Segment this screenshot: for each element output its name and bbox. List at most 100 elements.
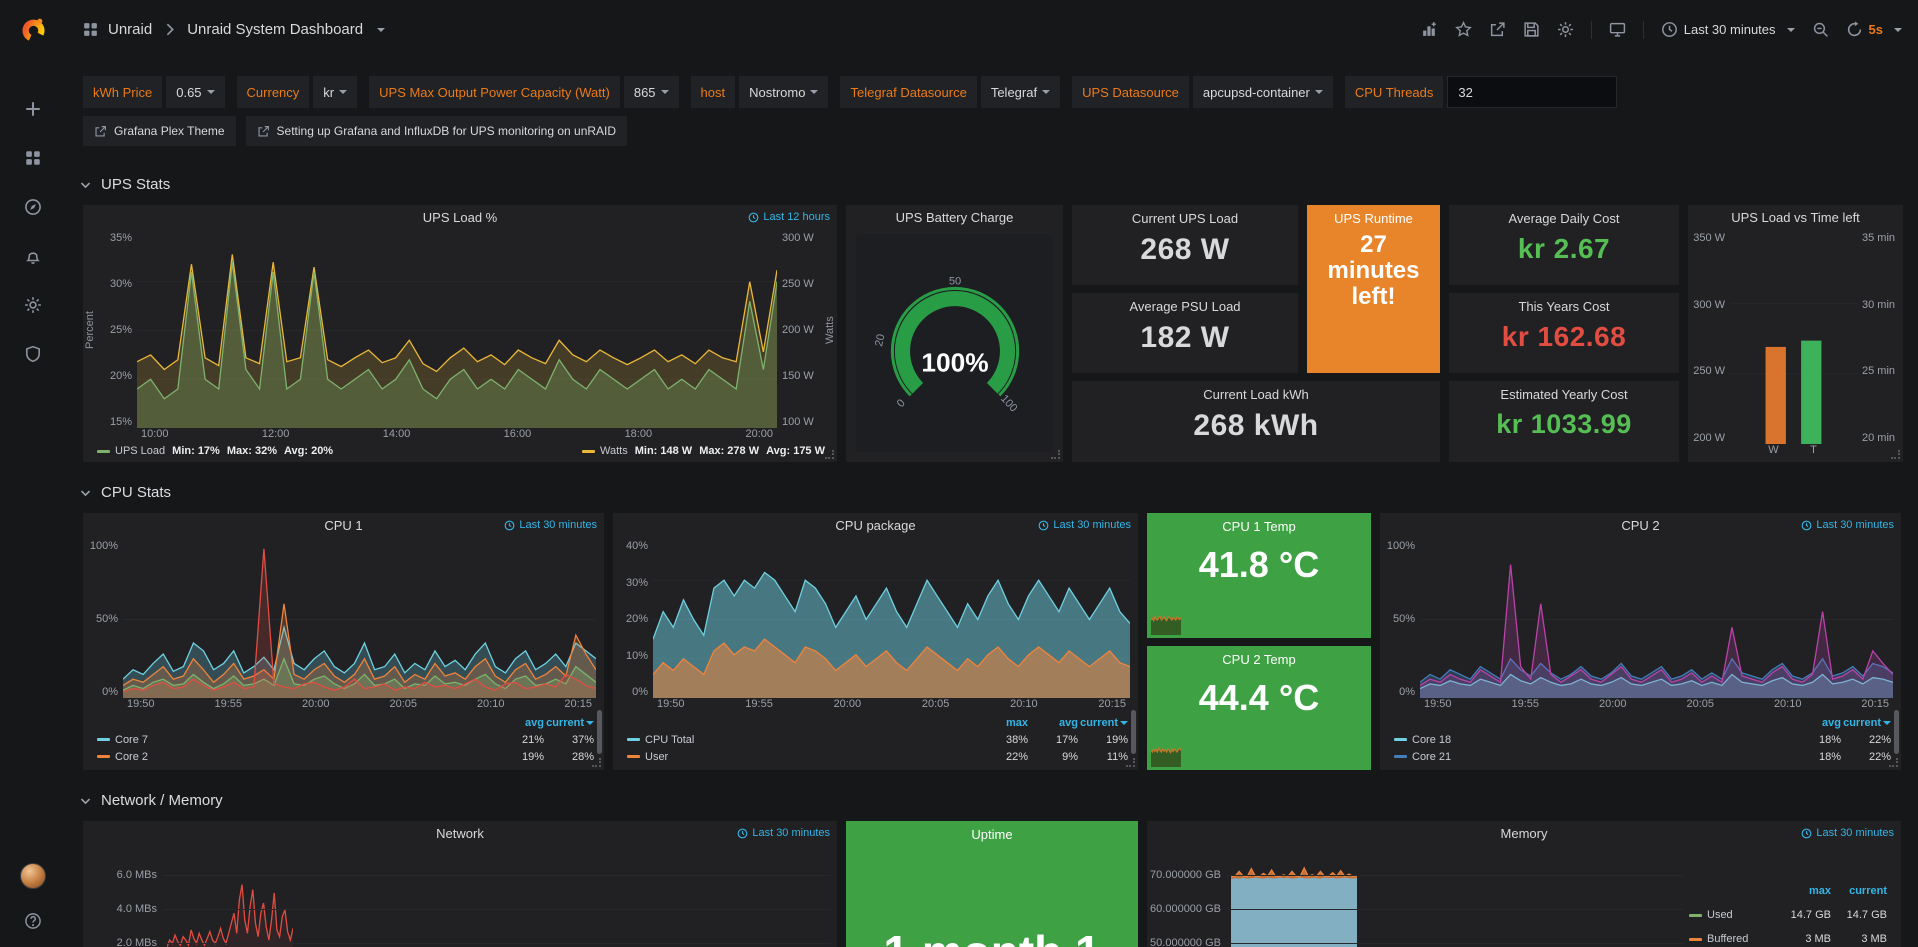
time-series-chart[interactable] xyxy=(1231,851,1357,947)
legend-series-name[interactable]: Buffered xyxy=(1689,933,1748,945)
panel-title[interactable]: Current UPS Load xyxy=(1072,205,1298,226)
variable-dropdown[interactable]: Nostromo xyxy=(739,76,828,108)
caret-down-icon[interactable] xyxy=(377,28,385,32)
legend-item[interactable]: UPS LoadMin: 17%Max: 32%Avg: 20% xyxy=(97,445,333,457)
panel-time-override[interactable]: Last 30 minutes xyxy=(504,519,597,531)
zoom-out-icon[interactable] xyxy=(1812,21,1829,38)
legend-scrollbar[interactable] xyxy=(1894,710,1899,754)
panel-title[interactable]: CPU 1 Temp xyxy=(1147,513,1371,534)
configuration-gear-icon[interactable] xyxy=(23,295,43,315)
save-icon[interactable] xyxy=(1523,21,1540,38)
legend-series-name[interactable]: Core 7 xyxy=(97,734,148,746)
legend-row: Core 18 18% 22% xyxy=(1394,731,1891,748)
topbar: Unraid Unraid System Dashboard xyxy=(66,0,1918,59)
cycle-view-monitor-icon[interactable] xyxy=(1609,21,1626,38)
legend-header-avg[interactable]: avg xyxy=(494,717,544,729)
panel-title[interactable]: Estimated Yearly Cost xyxy=(1449,381,1679,402)
legend-header-current[interactable]: current xyxy=(1841,717,1891,729)
panel-title[interactable]: Memory xyxy=(1147,826,1901,841)
breadcrumb-folder[interactable]: Unraid xyxy=(108,21,152,38)
refresh-picker[interactable]: 5s xyxy=(1846,21,1902,38)
legend-header-current[interactable]: current xyxy=(544,717,594,729)
legend-series-name[interactable]: Core 2 xyxy=(97,751,148,763)
panel-title[interactable]: Average Daily Cost xyxy=(1449,205,1679,226)
panel-title[interactable]: UPS Load % xyxy=(83,210,837,225)
panel-time-override[interactable]: Last 30 minutes xyxy=(1801,827,1894,839)
sidebar xyxy=(0,0,66,947)
time-series-chart[interactable] xyxy=(137,233,777,428)
avatar[interactable] xyxy=(20,863,46,889)
row-header-network-memory[interactable]: Network / Memory xyxy=(66,790,1918,812)
panel-title[interactable]: UPS Runtime xyxy=(1307,205,1440,226)
legend-series-name[interactable]: Core 21 xyxy=(1394,751,1451,763)
legend-header-current[interactable]: current xyxy=(1078,717,1128,729)
panel-time-override[interactable]: Last 12 hours xyxy=(748,211,830,223)
panel-title[interactable]: Current Load kWh xyxy=(1072,381,1440,402)
settings-gear-icon[interactable] xyxy=(1557,21,1574,38)
legend-header-avg[interactable]: avg xyxy=(1791,717,1841,729)
time-range-picker[interactable]: Last 30 minutes xyxy=(1661,21,1795,38)
dashboards-grid-icon[interactable] xyxy=(23,148,43,168)
panel-title[interactable]: CPU 2 Temp xyxy=(1147,646,1371,667)
legend-series-name[interactable]: Core 18 xyxy=(1394,734,1451,746)
variable-label: CPU Threads xyxy=(1345,76,1444,108)
legend-series-name[interactable]: UPS Load xyxy=(115,445,165,457)
legend-header-max[interactable]: max xyxy=(1775,885,1831,897)
panel-title[interactable]: This Years Cost xyxy=(1449,293,1679,314)
panel-time-override[interactable]: Last 30 minutes xyxy=(1038,519,1131,531)
legend-header-current[interactable]: current xyxy=(1831,885,1887,897)
variable-dropdown[interactable]: apcupsd-container xyxy=(1193,76,1333,108)
server-admin-shield-icon[interactable] xyxy=(23,344,43,364)
variable-dropdown[interactable]: Telegraf xyxy=(981,76,1060,108)
variable-dropdown[interactable]: kr xyxy=(313,76,357,108)
alerting-bell-icon[interactable] xyxy=(23,246,43,266)
resize-handle[interactable] xyxy=(1891,450,1900,459)
y-tick: 30% xyxy=(102,279,132,290)
bar-chart[interactable] xyxy=(1730,233,1857,444)
time-series-chart[interactable] xyxy=(1420,541,1893,698)
legend-series-name[interactable]: User xyxy=(627,751,668,763)
y-tick: 300 W xyxy=(782,233,818,244)
panel-time-override[interactable]: Last 30 minutes xyxy=(1801,519,1894,531)
legend-item[interactable]: WattsMin: 148 WMax: 278 WAvg: 175 W xyxy=(582,445,825,457)
dashboard-grid-icon[interactable] xyxy=(82,21,99,38)
resize-handle[interactable] xyxy=(825,450,834,459)
dashboard-link[interactable]: Grafana Plex Theme xyxy=(83,116,236,146)
time-series-chart[interactable] xyxy=(653,541,1130,698)
sidebar-nav xyxy=(23,99,43,364)
resize-handle[interactable] xyxy=(1051,450,1060,459)
dashboard-title[interactable]: Unraid System Dashboard xyxy=(187,21,363,38)
row-header-ups-stats[interactable]: UPS Stats xyxy=(66,174,1918,196)
legend-header-avg[interactable]: avg xyxy=(1028,717,1078,729)
variable-dropdown[interactable]: 0.65 xyxy=(166,76,224,108)
explore-compass-icon[interactable] xyxy=(23,197,43,217)
panel-title[interactable]: UPS Load vs Time left xyxy=(1688,210,1903,225)
panel-title[interactable]: UPS Battery Charge xyxy=(846,210,1063,225)
legend-series-name[interactable]: Used xyxy=(1689,909,1733,921)
time-series-chart[interactable] xyxy=(123,541,596,698)
panel-title[interactable]: Average PSU Load xyxy=(1072,293,1298,314)
time-series-chart[interactable] xyxy=(167,851,293,947)
panel-title[interactable]: Uptime xyxy=(846,821,1138,842)
cpu-threads-input[interactable] xyxy=(1447,76,1617,108)
legend-header-max[interactable]: max xyxy=(978,717,1028,729)
create-plus-icon[interactable] xyxy=(23,99,43,119)
row-header-cpu-stats[interactable]: CPU Stats xyxy=(66,482,1918,504)
legend-series-name[interactable]: CPU Total xyxy=(627,734,694,746)
resize-handle[interactable] xyxy=(592,758,601,767)
star-icon[interactable] xyxy=(1455,21,1472,38)
caret-down-icon xyxy=(207,90,215,94)
share-icon[interactable] xyxy=(1489,21,1506,38)
dashboard-link[interactable]: Setting up Grafana and InfluxDB for UPS … xyxy=(246,116,628,146)
resize-handle[interactable] xyxy=(1889,758,1898,767)
help-icon[interactable] xyxy=(23,911,43,931)
legend-scrollbar[interactable] xyxy=(597,710,602,754)
panel-time-override[interactable]: Last 30 minutes xyxy=(737,827,830,839)
legend-series-name[interactable]: Watts xyxy=(600,445,628,457)
legend-scrollbar[interactable] xyxy=(1131,710,1136,754)
grafana-logo[interactable] xyxy=(0,0,66,59)
add-panel-icon[interactable] xyxy=(1421,21,1438,38)
panel-title[interactable]: Network xyxy=(83,826,837,841)
variable-dropdown[interactable]: 865 xyxy=(624,76,679,108)
resize-handle[interactable] xyxy=(1126,758,1135,767)
